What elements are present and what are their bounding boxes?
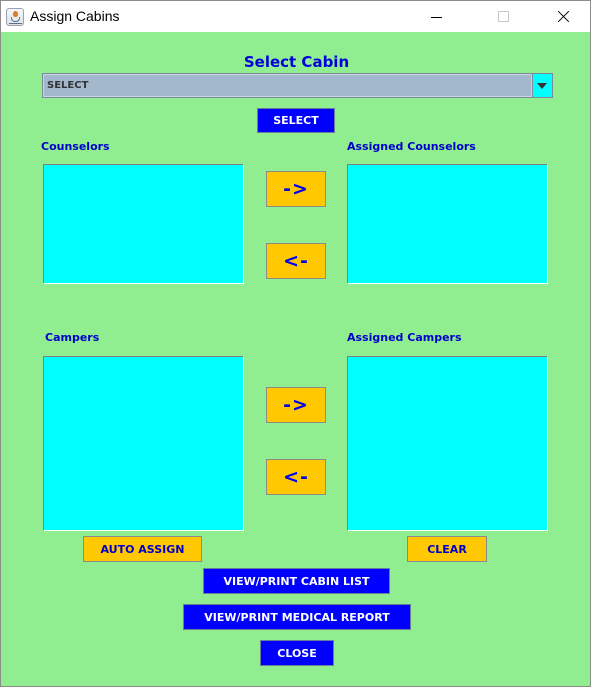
chevron-down-icon <box>537 83 547 89</box>
cabin-combobox-value[interactable]: SELECT <box>43 74 532 97</box>
minimize-button[interactable] <box>413 1 459 32</box>
counselors-list[interactable] <box>42 163 245 285</box>
assign-camper-button[interactable]: -> <box>266 387 326 423</box>
java-cup-icon <box>6 8 24 26</box>
select-cabin-button[interactable]: SELECT <box>257 108 335 133</box>
assigned-campers-label: Assigned Campers <box>347 331 462 344</box>
auto-assign-button[interactable]: AUTO ASSIGN <box>83 536 202 562</box>
assigned-counselors-list[interactable] <box>346 163 549 285</box>
assign-cabins-window: Assign Cabins Select Cabin SELECT SELECT… <box>0 0 591 687</box>
cabin-combobox[interactable]: SELECT <box>42 73 553 98</box>
clear-button[interactable]: CLEAR <box>407 536 487 562</box>
assigned-campers-list[interactable] <box>346 355 549 532</box>
window-title: Assign Cabins <box>30 8 120 24</box>
campers-label: Campers <box>45 331 100 344</box>
view-print-medical-report-button[interactable]: VIEW/PRINT MEDICAL REPORT <box>183 604 411 630</box>
select-cabin-heading: Select Cabin <box>243 53 350 71</box>
close-window-button[interactable] <box>539 1 585 32</box>
combobox-dropdown-button[interactable] <box>532 74 552 97</box>
maximize-icon <box>498 11 509 22</box>
assigned-counselors-label: Assigned Counselors <box>347 140 476 153</box>
view-print-cabin-list-button[interactable]: VIEW/PRINT CABIN LIST <box>203 568 390 594</box>
close-button[interactable]: CLOSE <box>260 640 334 666</box>
unassign-counselor-button[interactable]: <- <box>266 243 326 279</box>
assign-counselor-button[interactable]: -> <box>266 171 326 207</box>
title-bar[interactable]: Assign Cabins <box>1 1 590 32</box>
campers-list[interactable] <box>42 355 245 532</box>
minimize-icon <box>431 17 442 18</box>
maximize-button[interactable] <box>481 1 527 32</box>
unassign-camper-button[interactable]: <- <box>266 459 326 495</box>
counselors-label: Counselors <box>41 140 110 153</box>
